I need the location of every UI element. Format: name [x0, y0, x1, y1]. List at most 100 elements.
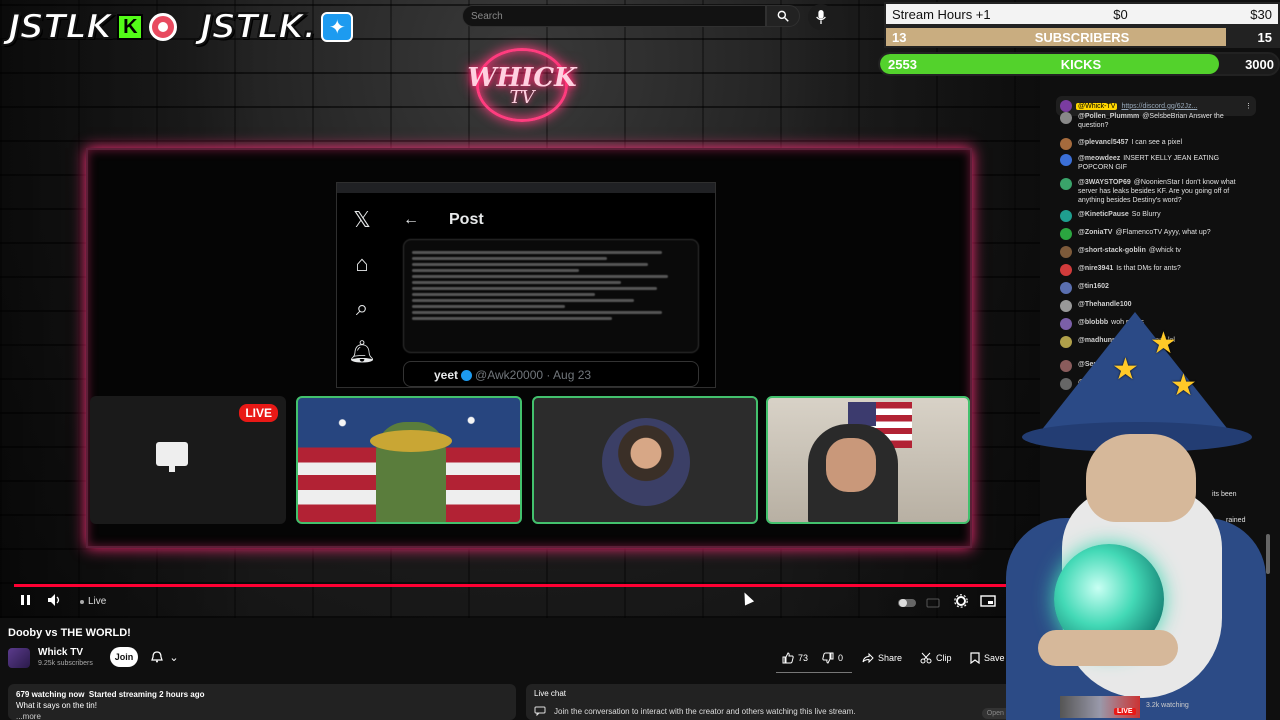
chat-message[interactable]: @plevancl5457 I can see a pixel: [1060, 138, 1256, 150]
record-icon: [149, 13, 178, 41]
chat-author[interactable]: @3WAYSTOP69: [1078, 179, 1131, 186]
notifications-button[interactable]: ⌄: [144, 647, 186, 667]
pinned-avatar: [1060, 100, 1072, 112]
scissors-icon: [920, 652, 932, 664]
channel-name[interactable]: Whick TV: [38, 647, 83, 658]
volume-icon: [48, 594, 60, 606]
chat-author[interactable]: @Pollen_Plummm: [1078, 113, 1139, 120]
kicks-label: KICKS: [1060, 56, 1102, 72]
settings-button[interactable]: [954, 594, 968, 611]
volume-button[interactable]: [48, 594, 62, 609]
chat-author[interactable]: @meowdeez: [1078, 155, 1120, 162]
chat-avatar: [1060, 300, 1072, 312]
shared-x-post-screen: 𝕏 ⌂ ⌕ 🔔︎ ← Post yeet @Awk20000 · Aug 23: [336, 182, 716, 388]
channel-subscriber-count: 9.25k subscribers: [38, 660, 93, 667]
live-chat-panel-collapsed: Live chat Join the conversation to inter…: [526, 684, 1036, 720]
join-button[interactable]: Join: [110, 647, 138, 667]
x-post-body-blurred: [403, 239, 699, 353]
chat-text: @FlamencoTV Ayyy, what up?: [1115, 229, 1211, 236]
description-box[interactable]: 679 watching now Started streaming 2 hou…: [8, 684, 516, 720]
like-count: 73: [798, 653, 809, 663]
pause-icon: [21, 595, 30, 605]
subscribers-current: 13: [892, 29, 907, 45]
kicks-goal-bar: 2553 KICKS 3000: [878, 52, 1280, 76]
bell-icon: [151, 651, 164, 663]
twitter-logo-badge: JSTLK. ✦: [199, 6, 354, 48]
chat-message[interactable]: @tin1602: [1060, 282, 1256, 294]
pinned-author: @Whick-TV: [1076, 102, 1118, 110]
home-icon: ⌂: [355, 251, 369, 276]
chat-author[interactable]: @tin1602: [1078, 283, 1109, 290]
kick-logo-badge: JSTLK K: [7, 6, 178, 48]
live-badge: LIVE: [239, 404, 278, 422]
chat-message[interactable]: @Pollen_Plummm @SelsbeBrian Answer the qu…: [1060, 112, 1256, 130]
video-player[interactable]: JSTLK K JSTLK. ✦ Search WHICK TV 𝕏 ⌂ ⌕ 🔔…: [0, 0, 1040, 618]
stream-start-time: Started streaming 2 hours ago: [88, 690, 205, 699]
chat-author[interactable]: @nire3941: [1078, 265, 1113, 272]
chevron-down-icon: ⌄: [169, 651, 179, 664]
stream-hours-mid: $0: [1113, 6, 1128, 22]
chat-message[interactable]: @Thehandle100: [1060, 300, 1256, 312]
chat-message[interactable]: @3WAYSTOP69 @NoonienStar I don't know wha…: [1060, 178, 1256, 205]
chat-avatar: [1060, 264, 1072, 276]
description-more-link[interactable]: ...more: [16, 711, 508, 720]
live-progress-bar[interactable]: [14, 584, 1024, 587]
live-dot-icon: [80, 599, 84, 604]
chat-avatar: [1060, 178, 1072, 190]
subtitles-button[interactable]: [926, 596, 940, 611]
guest-cam-avatar: [532, 396, 758, 524]
kicks-goal-value: 3000: [1245, 56, 1274, 72]
star-icon: ★: [1170, 369, 1197, 402]
description-text: What it says on the tin!: [16, 701, 97, 710]
clip-button[interactable]: Clip: [920, 648, 952, 668]
wizard-mascot-overlay: ★ ★ ★: [1000, 312, 1270, 720]
subscribers-goal-bar: 13 SUBSCRIBERS 15: [884, 26, 1280, 48]
bookmark-icon: [970, 652, 980, 664]
chat-author[interactable]: @plevancl5457: [1078, 139, 1128, 146]
search-icon: [777, 10, 789, 22]
recommended-live-badge: LIVE: [1114, 708, 1136, 715]
subtitles-icon: [926, 598, 940, 608]
autoplay-toggle[interactable]: [898, 596, 916, 611]
chat-message[interactable]: @ZoniaTV @FlamencoTV Ayyy, what up?: [1060, 228, 1256, 240]
stream-page: JSTLK K JSTLK. ✦ Search WHICK TV 𝕏 ⌂ ⌕ 🔔…: [0, 0, 1280, 720]
like-button[interactable]: 73: [782, 648, 808, 668]
chat-message[interactable]: @KineticPause So Blurry: [1060, 210, 1256, 222]
recommended-watching-count: 3.2k watching: [1146, 702, 1189, 709]
watching-count: 679 watching now: [16, 690, 85, 699]
chat-text: I can see a pixel: [1131, 139, 1183, 146]
chat-avatar: [1060, 138, 1072, 150]
actions-divider: [776, 672, 852, 673]
chat-message[interactable]: @short-stack-goblin @whick tv: [1060, 246, 1256, 258]
chat-author[interactable]: @KineticPause: [1078, 211, 1129, 218]
chat-text: @whick tv: [1148, 247, 1181, 254]
chat-author[interactable]: @Thehandle100: [1078, 301, 1132, 308]
chat-author[interactable]: @short-stack-goblin: [1078, 247, 1146, 254]
browser-chrome: [337, 183, 715, 193]
live-indicator[interactable]: Live: [80, 596, 106, 607]
more-vert-icon[interactable]: ⋮: [1245, 102, 1252, 110]
search-input[interactable]: Search: [462, 5, 766, 27]
kick-logo-text: JSTLK: [7, 6, 113, 48]
chat-avatar: [1060, 282, 1072, 294]
pause-button[interactable]: [20, 594, 32, 609]
search-button[interactable]: [766, 5, 800, 27]
notifications-icon: 🔔︎: [348, 339, 376, 364]
voice-search-button[interactable]: [808, 4, 834, 30]
share-icon: [862, 652, 874, 664]
dislike-button[interactable]: 0: [822, 648, 843, 668]
twitter-logo-text: JSTLK.: [199, 6, 317, 48]
guest-avatar: [602, 418, 690, 506]
share-button[interactable]: Share: [862, 648, 902, 668]
x-logo-icon: 𝕏: [353, 207, 371, 232]
channel-avatar[interactable]: [8, 648, 30, 668]
pinned-link[interactable]: https://discord.gg/62Jz...: [1121, 103, 1197, 110]
chat-message[interactable]: @nire3941 Is that DMs for ants?: [1060, 264, 1256, 276]
chat-author[interactable]: @ZoniaTV: [1078, 229, 1112, 236]
chat-message[interactable]: @meowdeez INSERT KELLY JEAN EATING POPCOR…: [1060, 154, 1256, 172]
verified-icon: [461, 370, 473, 382]
thumbs-down-icon: [822, 652, 834, 664]
miniplayer-button[interactable]: [980, 595, 996, 610]
back-arrow-icon: ←: [403, 211, 419, 228]
stream-hours-goal-value: $30: [1250, 6, 1272, 22]
